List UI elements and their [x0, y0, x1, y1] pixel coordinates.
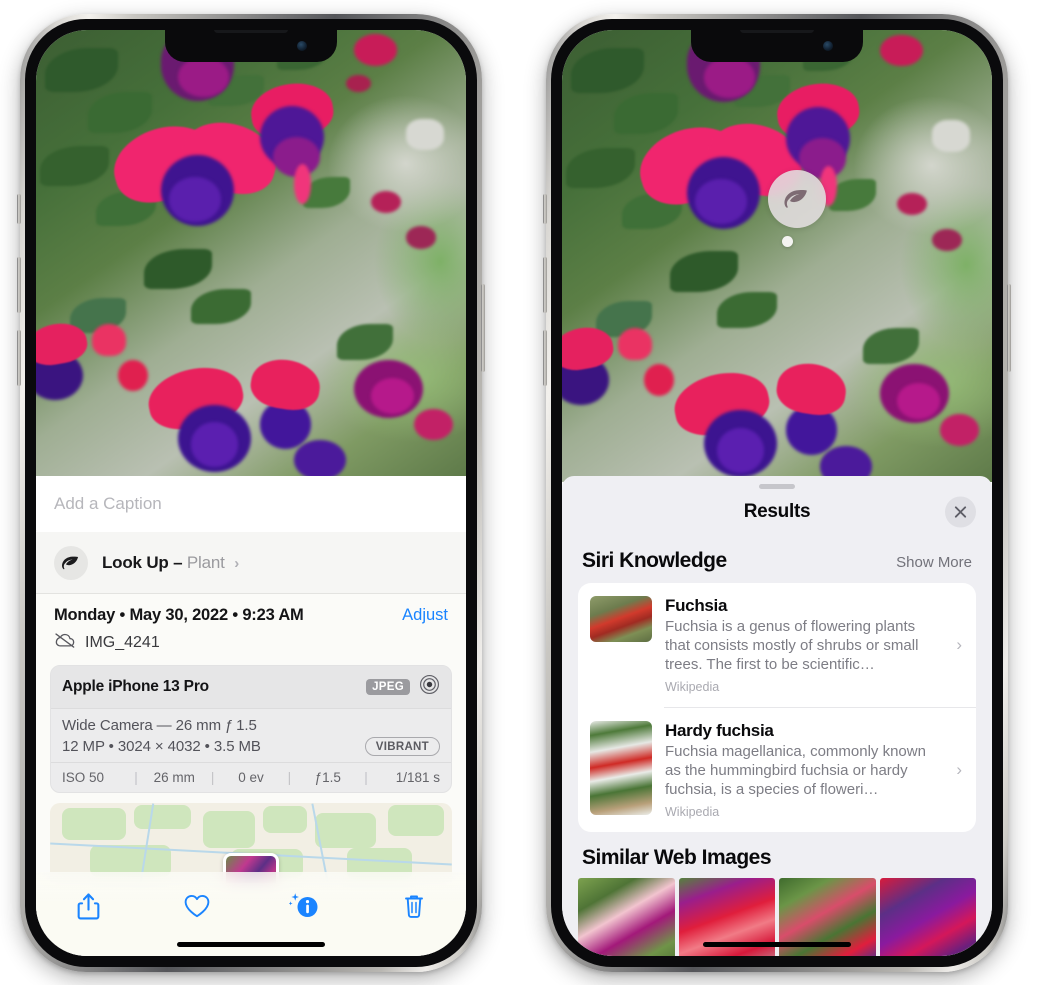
web-image-1[interactable]: [578, 877, 675, 956]
result-thumbnail: [590, 596, 652, 642]
visual-lookup-anchor-dot: [782, 235, 794, 247]
screenshot-stage: Add a Caption ✦ ✦ Look Up –: [0, 0, 1055, 985]
device-bezel: Results Siri Knowledge Show More Fuchsia…: [551, 19, 1003, 967]
file-row: IMG_4241: [36, 627, 466, 665]
silent-switch[interactable]: [543, 194, 547, 224]
iphone-right: Results Siri Knowledge Show More Fuchsia…: [543, 14, 1011, 972]
section-title: Siri Knowledge: [582, 549, 727, 572]
lens-info: Wide Camera — 26 mm ƒ 1.5: [62, 717, 257, 734]
front-camera-icon: [297, 41, 307, 51]
location-map[interactable]: [50, 803, 452, 883]
chevron-right-icon: ›: [956, 759, 962, 779]
power-button[interactable]: [481, 284, 485, 372]
volume-up-button[interactable]: [17, 257, 21, 313]
size-info: 12 MP • 3024 × 4032 • 3.5 MB: [62, 738, 261, 755]
photo-date: Monday • May 30, 2022 • 9:23 AM: [54, 606, 304, 624]
silent-switch[interactable]: [17, 194, 21, 224]
screen-left: Add a Caption ✦ ✦ Look Up –: [36, 30, 466, 956]
photo-viewer[interactable]: [36, 30, 466, 476]
result-source: Wikipedia: [665, 804, 720, 819]
leaf-icon: [54, 545, 88, 580]
home-indicator[interactable]: [177, 942, 325, 947]
delete-button[interactable]: [392, 886, 436, 926]
exif-header: Apple iPhone 13 Pro JPEG: [51, 666, 451, 709]
photo-meta-row: Monday • May 30, 2022 • 9:23 AM Adjust: [36, 594, 466, 627]
results-sheet: Results Siri Knowledge Show More Fuchsia…: [562, 476, 992, 956]
format-badge: JPEG: [366, 679, 410, 695]
chevron-right-icon: ›: [956, 635, 962, 655]
sparkle-icon: ✦: [36, 523, 38, 540]
photo-viewer[interactable]: [562, 30, 992, 482]
device-bezel: Add a Caption ✦ ✦ Look Up –: [25, 19, 477, 967]
exif-card: Apple iPhone 13 Pro JPEG Wide Camera — 2…: [50, 665, 452, 793]
result-description: Fuchsia magellanica, commonly known as t…: [665, 742, 926, 798]
adjust-button[interactable]: Adjust: [402, 606, 448, 625]
look-up-label: Look Up – Plant ›: [102, 553, 239, 573]
exif-focal: 26 mm: [153, 770, 195, 785]
volume-down-button[interactable]: [543, 330, 547, 386]
file-name: IMG_4241: [85, 633, 160, 651]
share-button[interactable]: [66, 886, 110, 926]
exif-body: Wide Camera — 26 mm ƒ 1.5 12 MP • 3024 ×…: [51, 709, 451, 762]
exif-shutter: 1/181 s: [395, 770, 440, 785]
look-up-dash: –: [173, 552, 183, 572]
chevron-right-icon: ›: [234, 554, 239, 572]
look-up-row[interactable]: ✦ ✦ Look Up – Plant ›: [36, 523, 466, 594]
favorite-button[interactable]: [175, 886, 219, 926]
web-image-4[interactable]: [879, 877, 976, 956]
info-button[interactable]: [283, 886, 327, 926]
style-badge: VIBRANT: [364, 737, 440, 756]
icloud-slash-icon: [54, 632, 76, 653]
photo-info-sheet: Add a Caption ✦ ✦ Look Up –: [36, 476, 466, 956]
close-icon[interactable]: [945, 496, 976, 528]
volume-down-button[interactable]: [17, 330, 21, 386]
result-title: Fuchsia: [665, 596, 728, 615]
screen-right: Results Siri Knowledge Show More Fuchsia…: [562, 30, 992, 956]
result-thumbnail: [590, 720, 652, 815]
siri-knowledge-card: Fuchsia Fuchsia is a genus of flowering …: [578, 583, 976, 832]
camera-device: Apple iPhone 13 Pro: [62, 678, 209, 695]
caption-placeholder: Add a Caption: [54, 494, 162, 513]
look-up-title: Look Up: [102, 552, 169, 572]
exif-ev: 0 ev: [238, 770, 264, 785]
lens-icon: [419, 674, 440, 700]
exif-iso: ISO 50: [62, 770, 105, 785]
results-title: Results: [743, 501, 811, 522]
iphone-left: Add a Caption ✦ ✦ Look Up –: [17, 14, 485, 972]
exif-aperture: ƒ1.5: [314, 770, 341, 785]
list-item[interactable]: Hardy fuchsia Fuchsia magellanica, commo…: [578, 708, 976, 832]
siri-knowledge-header: Siri Knowledge Show More: [562, 535, 992, 583]
result-title: Hardy fuchsia: [665, 720, 774, 740]
notch: [165, 30, 337, 62]
home-indicator[interactable]: [703, 942, 851, 947]
exif-values-row: ISO 50 | 26 mm | 0 ev | ƒ1.5 | 1/181 s: [51, 762, 451, 792]
earpiece-speaker: [214, 30, 288, 33]
notch: [691, 30, 863, 62]
results-header: Results: [562, 489, 992, 535]
result-source: Wikipedia: [665, 680, 720, 695]
power-button[interactable]: [1007, 284, 1011, 372]
list-item[interactable]: Fuchsia Fuchsia is a genus of flowering …: [578, 583, 976, 707]
show-more-button[interactable]: Show More: [896, 554, 972, 571]
result-description: Fuchsia is a genus of flowering plants t…: [665, 618, 919, 674]
earpiece-speaker: [740, 30, 814, 33]
volume-up-button[interactable]: [543, 257, 547, 313]
caption-input[interactable]: Add a Caption: [36, 476, 466, 532]
section-title: Similar Web Images: [582, 845, 772, 869]
look-up-subject: Plant: [186, 552, 225, 572]
similar-web-images-header: Similar Web Images: [562, 832, 992, 878]
front-camera-icon: [823, 41, 833, 51]
